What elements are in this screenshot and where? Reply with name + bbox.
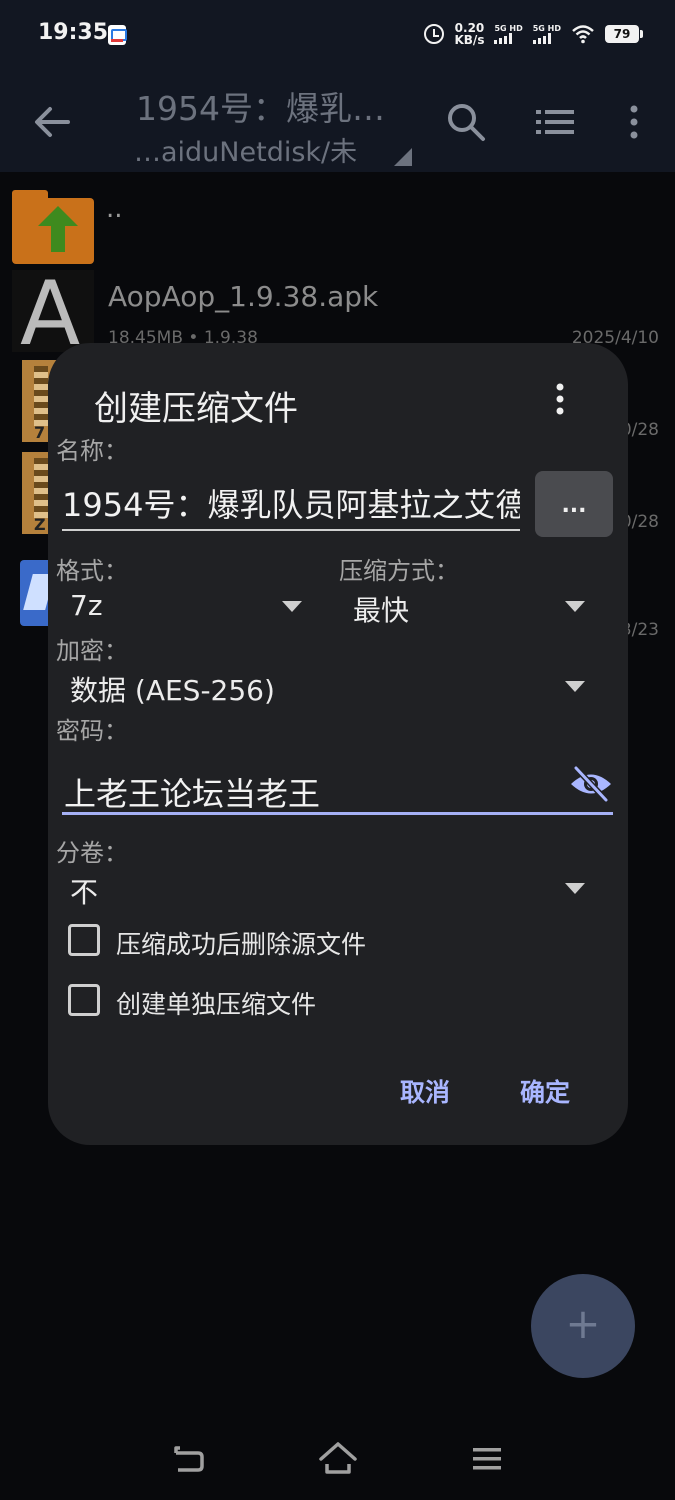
- encryption-select[interactable]: 数据 (AES-256): [70, 669, 275, 709]
- name-label: 名称：: [56, 437, 128, 465]
- visibility-off-icon[interactable]: [569, 765, 613, 803]
- create-archive-dialog: 创建压缩文件 名称： 1954号：爆乳队员阿基拉之艾德 ... 格式： 7z 压…: [48, 343, 628, 1145]
- back-arrow-icon[interactable]: [28, 98, 76, 146]
- app-notification-icon: [108, 25, 127, 45]
- status-bar: 19:35 0.20 KB/s 5G HD 5G HD 79: [0, 0, 675, 72]
- cancel-button[interactable]: 取消: [400, 1073, 450, 1109]
- separate-archive-checkbox[interactable]: [68, 984, 100, 1016]
- network-speed: 0.20 KB/s: [454, 21, 485, 47]
- list-view-icon[interactable]: [534, 102, 576, 142]
- split-label: 分卷：: [56, 839, 128, 867]
- battery-icon: 79: [605, 25, 643, 43]
- method-dropdown-icon[interactable]: [565, 601, 585, 612]
- password-value: 上老王论坛当老王: [64, 775, 321, 813]
- format-dropdown-icon[interactable]: [282, 601, 302, 612]
- alarm-icon: [424, 24, 445, 44]
- split-select[interactable]: 不: [70, 871, 98, 911]
- parent-folder-icon[interactable]: [12, 186, 94, 268]
- encryption-dropdown-icon[interactable]: [565, 681, 585, 692]
- wifi-icon: [572, 25, 594, 44]
- compression-method-select[interactable]: 最快: [353, 589, 409, 629]
- status-time: 19:35: [38, 20, 109, 45]
- sim1-signal-icon: 5G HD: [494, 24, 523, 44]
- more-vert-icon[interactable]: [620, 100, 648, 144]
- encryption-label: 加密：: [56, 637, 128, 665]
- nav-home-icon[interactable]: [318, 1440, 358, 1476]
- browse-button[interactable]: ...: [535, 471, 613, 537]
- password-label: 密码：: [56, 717, 128, 745]
- nav-back-icon[interactable]: [172, 1444, 204, 1474]
- dialog-more-icon[interactable]: [548, 381, 572, 421]
- path-subtitle[interactable]: …aiduNetdisk/未: [134, 130, 357, 169]
- separate-archive-label[interactable]: 创建单独压缩文件: [116, 985, 316, 1021]
- dialog-title: 创建压缩文件: [94, 389, 298, 429]
- nav-recents-icon[interactable]: [472, 1446, 502, 1472]
- search-icon[interactable]: [444, 100, 488, 144]
- parent-folder-label[interactable]: ..: [106, 194, 123, 224]
- split-dropdown-icon[interactable]: [565, 883, 585, 894]
- path-dropdown-icon[interactable]: [394, 148, 412, 166]
- compression-method-label: 压缩方式：: [339, 557, 459, 585]
- apk-file-icon[interactable]: A: [12, 262, 94, 365]
- delete-source-label[interactable]: 压缩成功后删除源文件: [116, 925, 366, 961]
- app-toolbar: 1954号：爆乳… …aiduNetdisk/未: [0, 72, 675, 172]
- delete-source-checkbox[interactable]: [68, 924, 100, 956]
- sim2-signal-icon: 5G HD: [532, 24, 561, 44]
- file-name[interactable]: AopAop_1.9.38.apk: [108, 280, 378, 313]
- ok-button[interactable]: 确定: [520, 1073, 570, 1109]
- archive-name-input[interactable]: 1954号：爆乳队员阿基拉之艾德: [62, 485, 520, 531]
- password-input[interactable]: 上老王论坛当老王: [62, 763, 613, 815]
- format-label: 格式：: [56, 557, 128, 585]
- add-fab-button[interactable]: +: [531, 1274, 635, 1378]
- format-select[interactable]: 7z: [70, 589, 103, 622]
- toolbar-title: 1954号：爆乳…: [136, 89, 385, 128]
- status-icons: 0.20 KB/s 5G HD 5G HD 79: [424, 21, 643, 47]
